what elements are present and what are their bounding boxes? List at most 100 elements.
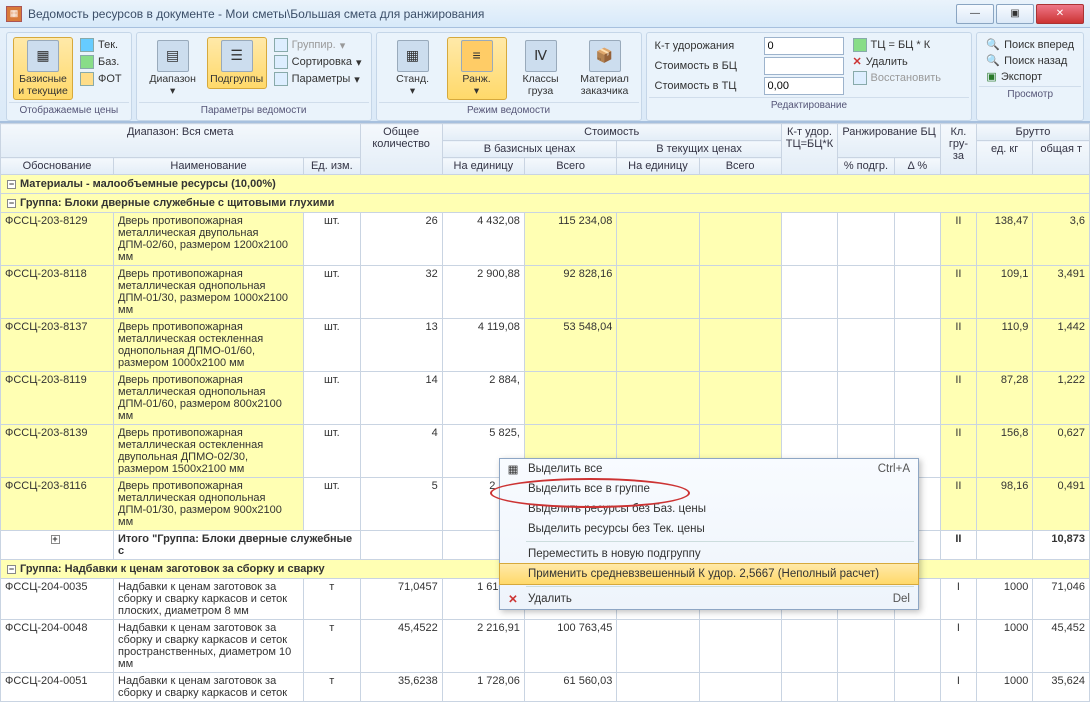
material-button[interactable]: 📦Материал заказчика xyxy=(575,37,635,100)
stand-icon: ▦ xyxy=(397,40,429,72)
table-row[interactable]: ФССЦ-204-0048Надбавки к ценам заготовок … xyxy=(1,620,1090,673)
ribbon: ▦ Базисные и текущие Тек. Баз. ФОТ Отобр… xyxy=(0,28,1090,122)
hdr-vsego2: Всего xyxy=(699,158,781,175)
titlebar: ▦ Ведомость ресурсов в документе - Мои с… xyxy=(0,0,1090,28)
ctx-apply-kudor[interactable]: Применить средневзвешенный К удор. 2,566… xyxy=(499,563,919,585)
ribbon-group-prices: ▦ Базисные и текущие Тек. Баз. ФОТ Отобр… xyxy=(6,32,132,121)
klassy-icon: Ⅳ xyxy=(525,40,557,72)
restore-button[interactable]: Восстановить xyxy=(850,70,944,86)
ribbon-group-view: 🔍Поиск вперед 🔍Поиск назад ▣Экспорт Прос… xyxy=(976,32,1084,121)
diapazon-button[interactable]: ▤ Диапазон ▾ xyxy=(143,37,203,100)
context-menu: ▦ Выделить всеCtrl+A Выделить все в груп… xyxy=(499,458,919,610)
ranzh-icon: ≡ xyxy=(461,40,493,72)
maximize-button[interactable]: ▣ xyxy=(996,4,1034,24)
hdr-qty: Общее количество xyxy=(360,124,442,175)
hdr-obosn: Обоснование xyxy=(1,158,114,175)
formula-button[interactable]: ТЦ = БЦ * К xyxy=(850,37,944,53)
hdr-edizm: Ед. изм. xyxy=(304,158,361,175)
hdr-naed: На единицу xyxy=(442,158,524,175)
restore-icon xyxy=(853,71,867,85)
ctx-select-no-baz[interactable]: Выделить ресурсы без Баз. цены xyxy=(500,499,918,519)
table-icon: ▦ xyxy=(27,40,59,72)
stand-button[interactable]: ▦Станд. ▾ xyxy=(383,37,443,100)
delete-icon: ✕ xyxy=(505,591,521,607)
close-button[interactable]: ✕ xyxy=(1036,4,1084,24)
ctx-move[interactable]: Переместить в новую подгруппу xyxy=(500,544,918,564)
select-icon: ▦ xyxy=(505,461,521,477)
grid: Диапазон: Вся смета Общее количество Сто… xyxy=(0,122,1090,702)
minimize-button[interactable]: — xyxy=(956,4,994,24)
sttts-input[interactable] xyxy=(764,77,844,95)
hdr-vsego: Всего xyxy=(524,158,616,175)
grupp-button[interactable]: Группир. ▾ xyxy=(271,37,365,53)
ranzh-button[interactable]: ≡Ранж. ▾ xyxy=(447,37,507,100)
table-row[interactable]: ФССЦ-203-8129Дверь противопожарная метал… xyxy=(1,213,1090,266)
hdr-edkg: ед. кг xyxy=(976,141,1033,175)
stbts-label: Стоимость в БЦ xyxy=(655,60,760,72)
search-icon: 🔍 xyxy=(986,54,1000,67)
hdr-dpct: Δ % xyxy=(894,158,940,175)
table-row[interactable]: ФССЦ-204-0051Надбавки к ценам заготовок … xyxy=(1,673,1090,702)
group-band[interactable]: −Материалы - малообъемные ресурсы (10,00… xyxy=(1,175,1090,194)
hdr-diapazon: Диапазон: Вся смета xyxy=(1,124,361,158)
separator xyxy=(526,586,914,587)
table-row[interactable]: ФССЦ-203-8118Дверь противопожарная метал… xyxy=(1,266,1090,319)
data-table[interactable]: Диапазон: Вся смета Общее количество Сто… xyxy=(0,123,1090,702)
params-icon xyxy=(274,72,288,86)
ctx-select-no-tek[interactable]: Выделить ресурсы без Тек. цены xyxy=(500,519,918,539)
ctx-select-group[interactable]: Выделить все в группе xyxy=(500,479,918,499)
stbts-input[interactable] xyxy=(764,57,844,75)
ribbon-group-label: Параметры ведомости xyxy=(139,102,369,118)
hdr-vtek: В текущих ценах xyxy=(617,141,781,158)
hdr-obsht: общая т xyxy=(1033,141,1090,175)
window-title: Ведомость ресурсов в документе - Мои сме… xyxy=(28,7,956,21)
ribbon-group-edit: К-т удорожания Стоимость в БЦ Стоимость … xyxy=(646,32,973,121)
package-icon: 📦 xyxy=(589,40,621,72)
hdr-kudor: К-т удор. ТЦ=БЦ*К xyxy=(781,124,838,175)
ribbon-group-params: ▤ Диапазон ▾ ☰ Подгруппы Группир. ▾ Сорт… xyxy=(136,32,372,121)
ribbon-group-mode: ▦Станд. ▾ ≡Ранж. ▾ ⅣКлассы груза 📦Матери… xyxy=(376,32,642,121)
search-fwd-button[interactable]: 🔍Поиск вперед xyxy=(983,37,1077,52)
delete-icon: ✕ xyxy=(853,55,862,68)
hdr-pctpodgr: % подгр. xyxy=(838,158,895,175)
ctx-delete[interactable]: ✕ УдалитьDel xyxy=(500,589,918,609)
separator xyxy=(526,541,914,542)
hdr-naim: Наименование xyxy=(114,158,304,175)
sort-icon xyxy=(274,55,288,69)
app-icon: ▦ xyxy=(6,6,22,22)
export-icon: ▣ xyxy=(986,70,996,83)
ribbon-group-label: Просмотр xyxy=(979,86,1081,102)
square-icon xyxy=(80,38,94,52)
search-icon: 🔍 xyxy=(986,38,1000,51)
group-band[interactable]: −Группа: Блоки дверные служебные с щитов… xyxy=(1,194,1090,213)
hdr-ranzh: Ранжирование БЦ xyxy=(838,124,941,158)
baz-checkbox[interactable]: Баз. xyxy=(77,54,125,70)
table-row[interactable]: ФССЦ-203-8137Дверь противопожарная метал… xyxy=(1,319,1090,372)
groups-icon: ☰ xyxy=(221,40,253,72)
kudor-input[interactable] xyxy=(764,37,844,55)
prices-base-current-button[interactable]: ▦ Базисные и текущие xyxy=(13,37,73,100)
hdr-vbaz: В базисных ценах xyxy=(442,141,617,158)
tek-checkbox[interactable]: Тек. xyxy=(77,37,125,53)
hdr-klgruza: Кл. гру-за xyxy=(940,124,976,175)
export-button[interactable]: ▣Экспорт xyxy=(983,69,1077,84)
ribbon-group-label: Отображаемые цены xyxy=(9,102,129,118)
klassy-button[interactable]: ⅣКлассы груза xyxy=(511,37,571,100)
formula-icon xyxy=(853,38,867,52)
param-button[interactable]: Параметры ▾ xyxy=(271,71,365,87)
ctx-select-all[interactable]: ▦ Выделить всеCtrl+A xyxy=(500,459,918,479)
fot-checkbox[interactable]: ФОТ xyxy=(77,71,125,87)
sort-button[interactable]: Сортировка ▾ xyxy=(271,54,365,70)
ribbon-group-label: Редактирование xyxy=(649,97,970,113)
grid-icon: ▤ xyxy=(157,40,189,72)
ribbon-group-label: Режим ведомости xyxy=(379,102,639,118)
square-icon xyxy=(80,72,94,86)
search-back-button[interactable]: 🔍Поиск назад xyxy=(983,53,1077,68)
delete-button[interactable]: ✕Удалить xyxy=(850,54,944,69)
hdr-brutto: Брутто xyxy=(976,124,1089,141)
sttts-label: Стоимость в ТЦ xyxy=(655,80,760,92)
group-icon xyxy=(274,38,288,52)
podgruppy-button[interactable]: ☰ Подгруппы xyxy=(207,37,267,89)
hdr-stoimost: Стоимость xyxy=(442,124,781,141)
table-row[interactable]: ФССЦ-203-8119Дверь противопожарная метал… xyxy=(1,372,1090,425)
